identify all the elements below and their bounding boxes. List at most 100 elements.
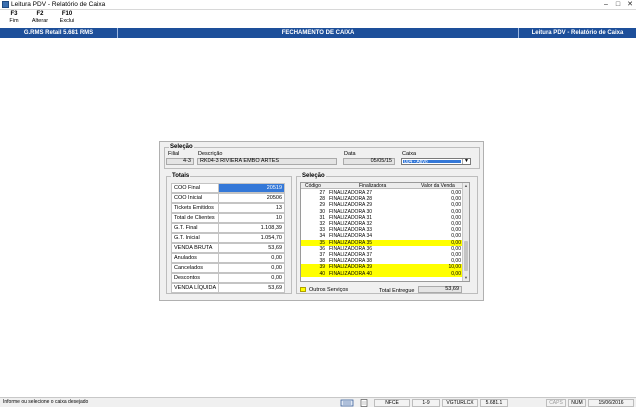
fim-button[interactable]: F3 Fim <box>2 11 26 25</box>
totals-row-value[interactable]: 0,00 <box>219 253 285 263</box>
alterar-key: F2 <box>36 11 44 17</box>
status-message: Informe ou selecione o caixa desejado <box>3 399 89 405</box>
totals-row-value[interactable]: 1.108,39 <box>219 223 285 233</box>
list-item-name: FINALIZADORA 39 <box>329 264 373 271</box>
totals-row: G.T. Inicial 1.054,70 <box>171 233 285 243</box>
list-item-code: 29 <box>319 202 325 209</box>
exclui-label: Exclui <box>59 18 75 24</box>
function-key-toolbar: F3 Fim F2 Alterar F10 Exclui <box>0 10 636 28</box>
list-item-value: 0,00 <box>451 227 461 234</box>
list-item-code: 39 <box>319 264 325 271</box>
list-item-value: 10,00 <box>448 264 461 271</box>
scroll-up-icon[interactable]: ▲ <box>463 183 469 189</box>
list-scrollbar[interactable]: ▲ ▼ <box>462 183 469 281</box>
keyboard-icon <box>340 399 354 407</box>
totals-row-label: COO Inicial <box>171 193 219 203</box>
screen-title: FECHAMENTO DE CAIXA <box>281 30 355 36</box>
list-item-code: 31 <box>319 214 325 221</box>
list-item-code: 32 <box>319 221 325 227</box>
totals-row: Cancelados 0,00 <box>171 263 285 273</box>
list-item-code: 35 <box>319 239 325 246</box>
totals-row-label: G.T. Inicial <box>171 233 219 243</box>
totals-row-value[interactable]: 20519 <box>219 183 285 193</box>
title-bar: Leitura PDV - Relatório de Caixa – □ ✕ <box>0 0 636 10</box>
caixa-select[interactable]: 004 - Ativo ▼ <box>401 158 471 165</box>
window-controls: – □ ✕ <box>600 0 636 10</box>
status-cell-program: VGTURLCX <box>442 399 478 407</box>
totals-row-value[interactable]: 53,69 <box>219 243 285 253</box>
header-bar: G.RMS Retail 5.681 RMS FECHAMENTO DE CAI… <box>0 28 636 38</box>
filial-field[interactable]: 4-3 <box>166 158 194 165</box>
list-item-code: 30 <box>319 208 325 215</box>
document-icon <box>357 399 371 407</box>
totals-row-label: COO Final <box>171 183 219 193</box>
product-version: G.RMS Retail 5.681 RMS <box>0 28 118 38</box>
totals-row-value[interactable]: 53,69 <box>219 283 285 293</box>
status-cell-version: 5.681.1 <box>480 399 508 407</box>
list-item-code: 28 <box>319 196 325 203</box>
chevron-down-icon[interactable]: ▼ <box>462 159 470 164</box>
alterar-label: Alterar <box>31 18 49 24</box>
descricao-field[interactable]: RK04-3 RIVIERA EMBO ARTES <box>197 158 337 165</box>
list-item-code: 38 <box>319 258 325 265</box>
list-item-code: 40 <box>319 270 325 277</box>
totals-row-value[interactable]: 0,00 <box>219 263 285 273</box>
list-item-value: 0,00 <box>451 208 461 215</box>
list-item-name: FINALIZADORA 33 <box>329 227 373 234</box>
list-item-name: FINALIZADORA 37 <box>329 252 373 258</box>
status-cell-mode: NFCE <box>374 399 410 407</box>
list-item-code: 33 <box>319 227 325 234</box>
list-item-name: FINALIZADORA 29 <box>329 202 373 209</box>
selection-filter-title: Seleção <box>169 144 194 150</box>
minimize-icon[interactable]: – <box>600 0 612 10</box>
totals-row-value[interactable]: 20506 <box>219 193 285 203</box>
list-item-name: FINALIZADORA 27 <box>329 190 373 196</box>
list-item-name: FINALIZADORA 32 <box>329 221 373 227</box>
fim-key: F3 <box>10 11 18 17</box>
totals-row-label: VENDA LÍQUIDA <box>171 283 219 293</box>
finalizadora-list[interactable]: Código Finalizadora Valor da Venda 27 FIN… <box>300 182 470 282</box>
list-item-value: 0,00 <box>451 221 461 227</box>
list-item-value: 0,00 <box>451 252 461 258</box>
totals-row-label: Descontos <box>171 273 219 283</box>
totals-row-value[interactable]: 10 <box>219 213 285 223</box>
totals-row-value[interactable]: 1.054,70 <box>219 233 285 243</box>
list-item-value: 0,00 <box>451 202 461 209</box>
column-header-finalizadora[interactable]: Finalizadora <box>359 183 386 189</box>
maximize-icon[interactable]: □ <box>612 0 624 10</box>
totals-row: VENDA LÍQUIDA 53,69 <box>171 283 285 293</box>
list-item-value: 0,00 <box>451 214 461 221</box>
list-item-value: 0,00 <box>451 239 461 246</box>
list-item-value: 0,00 <box>451 270 461 277</box>
totals-row: COO Inicial 20506 <box>171 193 285 203</box>
list-item-name: FINALIZADORA 35 <box>329 239 373 246</box>
window-title: Leitura PDV - Relatório de Caixa <box>11 1 106 8</box>
list-item-value: 0,00 <box>451 190 461 196</box>
list-item-name: FINALIZADORA 34 <box>329 233 373 240</box>
scroll-down-icon[interactable]: ▼ <box>463 275 469 281</box>
list-item-value: 0,00 <box>451 245 461 252</box>
column-header-codigo[interactable]: Código <box>305 183 321 189</box>
finalizadora-group-title: Seleção <box>301 173 326 179</box>
list-item-code: 27 <box>319 190 325 196</box>
scrollbar-thumb[interactable] <box>464 241 468 271</box>
totals-row: COO Final 20519 <box>171 183 285 193</box>
data-label: Data <box>344 151 356 157</box>
alterar-button[interactable]: F2 Alterar <box>28 11 52 25</box>
list-item[interactable]: 40 FINALIZADORA 40 0,00 <box>301 270 463 277</box>
totals-row-label: VENDA BRUTA <box>171 243 219 253</box>
exclui-button[interactable]: F10 Exclui <box>55 11 79 25</box>
caixa-selected-value: 004 - Ativo <box>403 160 461 165</box>
close-icon[interactable]: ✕ <box>624 0 636 10</box>
total-entregue-field: 53,69 <box>418 286 462 293</box>
app-icon <box>2 1 9 8</box>
data-field[interactable]: 05/05/15 <box>343 158 395 165</box>
list-item-value: 0,00 <box>451 258 461 265</box>
totals-row: Total de Clientes 10 <box>171 213 285 223</box>
totals-row-label: Total de Clientes <box>171 213 219 223</box>
fim-label: Fim <box>9 18 19 24</box>
total-entregue-label: Total Entregue <box>379 288 415 294</box>
totals-row-value[interactable]: 13 <box>219 203 285 213</box>
totals-row-value[interactable]: 0,00 <box>219 273 285 283</box>
column-header-valor[interactable]: Valor da Venda <box>421 183 455 189</box>
